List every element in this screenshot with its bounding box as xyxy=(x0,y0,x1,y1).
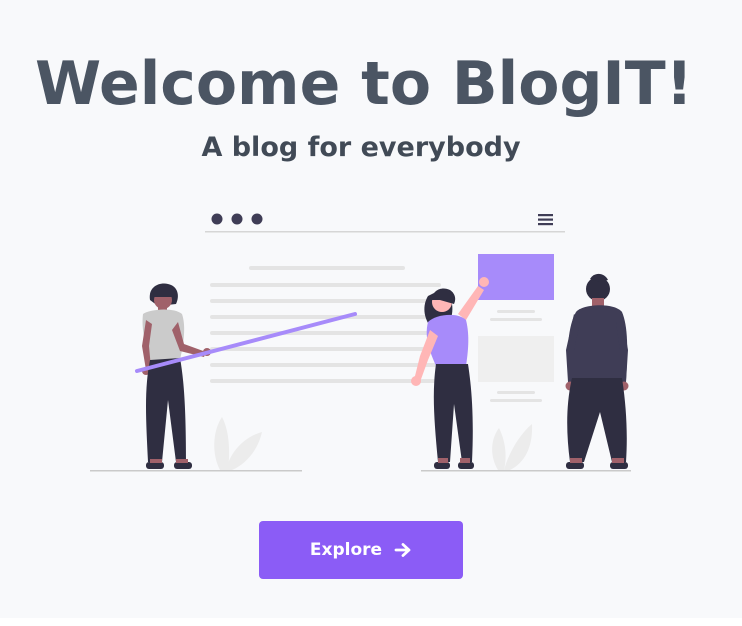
text-lines-illustration xyxy=(210,266,441,383)
person-presenter-illustration xyxy=(142,283,211,469)
page-subtitle: A blog for everybody xyxy=(201,132,521,163)
plant-illustration xyxy=(214,417,533,470)
person-reaching-illustration xyxy=(411,277,489,469)
blog-team-illustration xyxy=(90,213,631,472)
person-standing-illustration xyxy=(565,273,629,469)
explore-button-label: Explore xyxy=(309,540,383,560)
content-blocks-illustration xyxy=(478,254,554,402)
hero-panel: Welcome to BlogIT! A blog for everybody xyxy=(0,0,742,618)
arrow-right-icon xyxy=(394,542,412,558)
explore-button[interactable]: Explore xyxy=(259,521,463,579)
page-title: Welcome to BlogIT! xyxy=(34,49,694,119)
browser-window-illustration xyxy=(205,213,565,233)
